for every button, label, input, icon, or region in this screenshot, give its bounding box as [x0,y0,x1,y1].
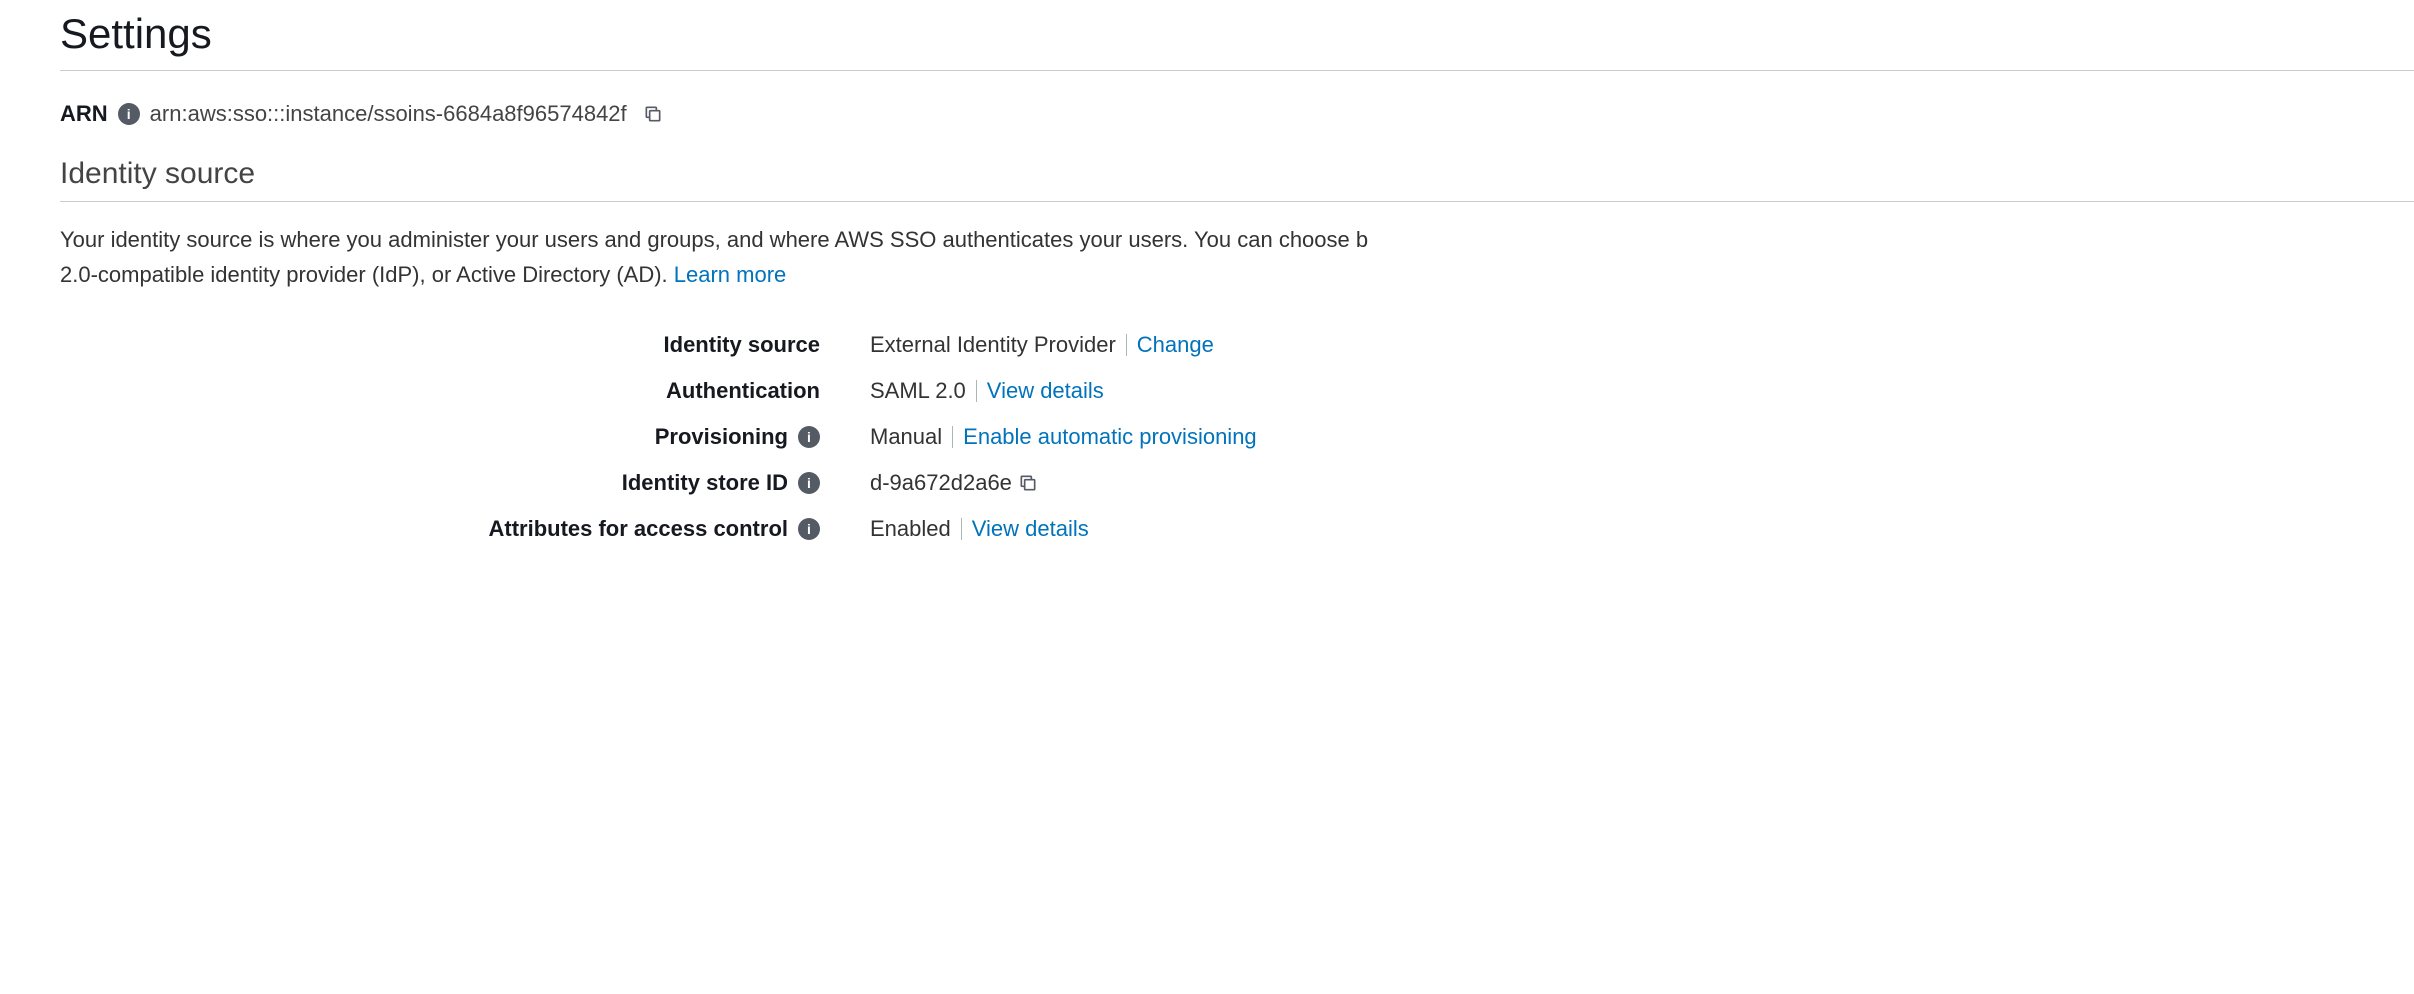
arn-label: ARN [60,101,108,127]
separator [1126,334,1127,356]
value-provisioning: Manual [870,424,942,450]
info-icon[interactable]: i [798,518,820,540]
info-icon[interactable]: i [798,472,820,494]
description-text-1: Your identity source is where you admini… [60,227,1368,252]
view-details-link[interactable]: View details [987,378,1104,404]
value-authentication: SAML 2.0 [870,378,966,404]
description-text-2: 2.0-compatible identity provider (IdP), … [60,262,674,287]
enable-provisioning-link[interactable]: Enable automatic provisioning [963,424,1257,450]
separator [976,380,977,402]
value-identity-source: External Identity Provider [870,332,1116,358]
label-identity-store-id: Identity store ID [622,470,788,496]
value-identity-store-id: d-9a672d2a6e [870,470,1012,496]
row-attributes: Attributes for access control i Enabled … [60,506,2414,552]
identity-source-table: Identity source External Identity Provid… [60,322,2414,552]
label-attributes: Attributes for access control [488,516,788,542]
page-title: Settings [60,10,2414,58]
info-icon[interactable]: i [798,426,820,448]
row-identity-store-id: Identity store ID i d-9a672d2a6e [60,460,2414,506]
identity-source-description: Your identity source is where you admini… [60,222,2414,292]
arn-row: ARN i arn:aws:sso:::instance/ssoins-6684… [60,101,2414,127]
label-authentication: Authentication [666,378,820,404]
divider [60,201,2414,202]
separator [952,426,953,448]
value-attributes: Enabled [870,516,951,542]
info-icon[interactable]: i [118,103,140,125]
view-details-link[interactable]: View details [972,516,1089,542]
label-identity-source: Identity source [664,332,820,358]
separator [961,518,962,540]
copy-icon[interactable] [643,104,663,124]
divider [60,70,2414,71]
arn-value: arn:aws:sso:::instance/ssoins-6684a8f965… [150,101,627,127]
learn-more-link[interactable]: Learn more [674,262,787,287]
label-provisioning: Provisioning [655,424,788,450]
row-authentication: Authentication SAML 2.0 View details [60,368,2414,414]
identity-source-heading: Identity source [60,157,2414,191]
change-link[interactable]: Change [1137,332,1214,358]
copy-icon[interactable] [1018,473,1038,493]
row-identity-source: Identity source External Identity Provid… [60,322,2414,368]
row-provisioning: Provisioning i Manual Enable automatic p… [60,414,2414,460]
